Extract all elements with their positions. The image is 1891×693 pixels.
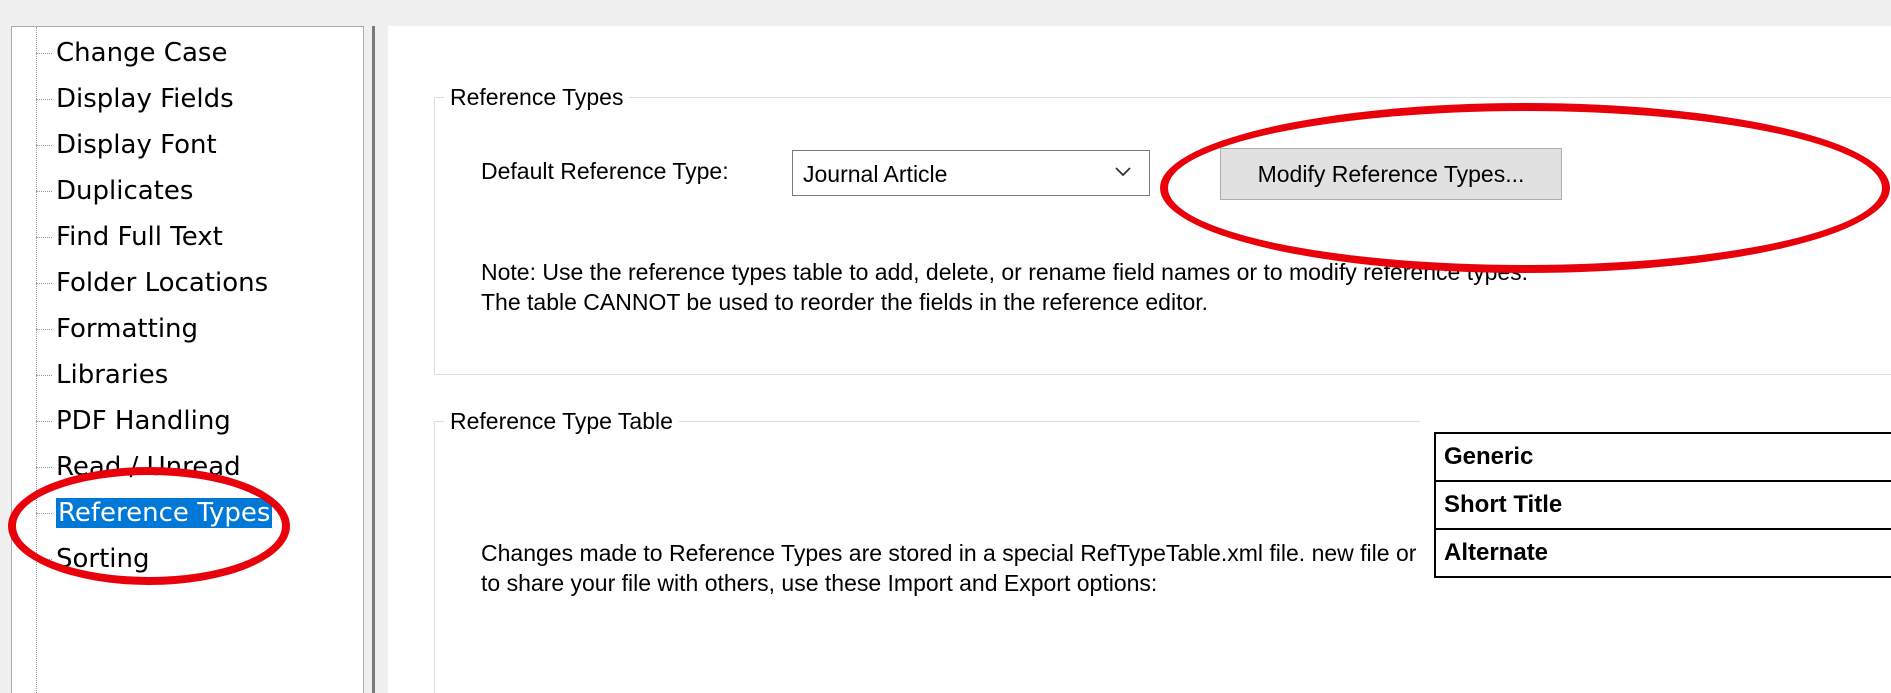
tree-item-label: Change Case: [56, 38, 228, 68]
tree-item-sorting[interactable]: Sorting: [36, 539, 150, 579]
tree-item-label: Display Font: [56, 130, 217, 160]
reference-types-group-title: Reference Types: [444, 84, 630, 111]
tree-item-pdf-handling[interactable]: PDF Handling: [36, 401, 231, 441]
tree-item-duplicates[interactable]: Duplicates: [36, 171, 194, 211]
reference-type-table-description: Changes made to Reference Types are stor…: [481, 540, 1417, 596]
preferences-tree: Change Case Display Fields Display Font …: [11, 26, 364, 693]
panel-divider[interactable]: [372, 26, 375, 693]
reference-types-group: [434, 97, 1891, 375]
tree-connector-line: [36, 27, 37, 693]
tree-item-reference-types[interactable]: Reference Types: [36, 493, 273, 533]
preferences-window: Change Case Display Fields Display Font …: [0, 0, 1891, 693]
default-reference-type-label: Default Reference Type:: [481, 158, 729, 184]
tree-item-label: Duplicates: [56, 176, 194, 206]
overlay-table-row: Short Title: [1434, 480, 1891, 530]
tree-item-display-fields[interactable]: Display Fields: [36, 79, 234, 119]
tree-item-label: Libraries: [56, 360, 169, 390]
tree-item-label: Folder Locations: [56, 268, 269, 298]
overlay-table-row: Generic: [1434, 432, 1891, 482]
reference-type-table-group-title: Reference Type Table: [444, 408, 679, 435]
tree-item-label: PDF Handling: [56, 406, 231, 436]
tree-item-label: Display Fields: [56, 84, 234, 114]
chevron-down-icon: [1113, 161, 1133, 186]
tree-item-label: Formatting: [56, 314, 199, 344]
tree-item-change-case[interactable]: Change Case: [36, 33, 228, 73]
tree-item-label: Reference Types: [56, 498, 273, 528]
tree-item-find-full-text[interactable]: Find Full Text: [36, 217, 223, 257]
overlay-document-table: Generic Short Title Alternate: [1420, 402, 1891, 693]
overlay-table-row: Alternate: [1434, 528, 1891, 578]
tree-item-label: Read / Unread: [56, 452, 241, 482]
tree-item-folder-locations[interactable]: Folder Locations: [36, 263, 269, 303]
tree-item-formatting[interactable]: Formatting: [36, 309, 199, 349]
modify-reference-types-button[interactable]: Modify Reference Types...: [1220, 148, 1562, 200]
tree-item-label: Find Full Text: [56, 222, 223, 252]
default-reference-type-value: Journal Article: [803, 161, 948, 187]
default-reference-type-select[interactable]: Journal Article: [792, 150, 1150, 196]
tree-item-label: Sorting: [56, 544, 150, 574]
tree-item-read-unread[interactable]: Read / Unread: [36, 447, 241, 487]
tree-item-libraries[interactable]: Libraries: [36, 355, 169, 395]
reference-types-note: Note: Use the reference types table to a…: [481, 259, 1529, 315]
tree-item-display-font[interactable]: Display Font: [36, 125, 217, 165]
